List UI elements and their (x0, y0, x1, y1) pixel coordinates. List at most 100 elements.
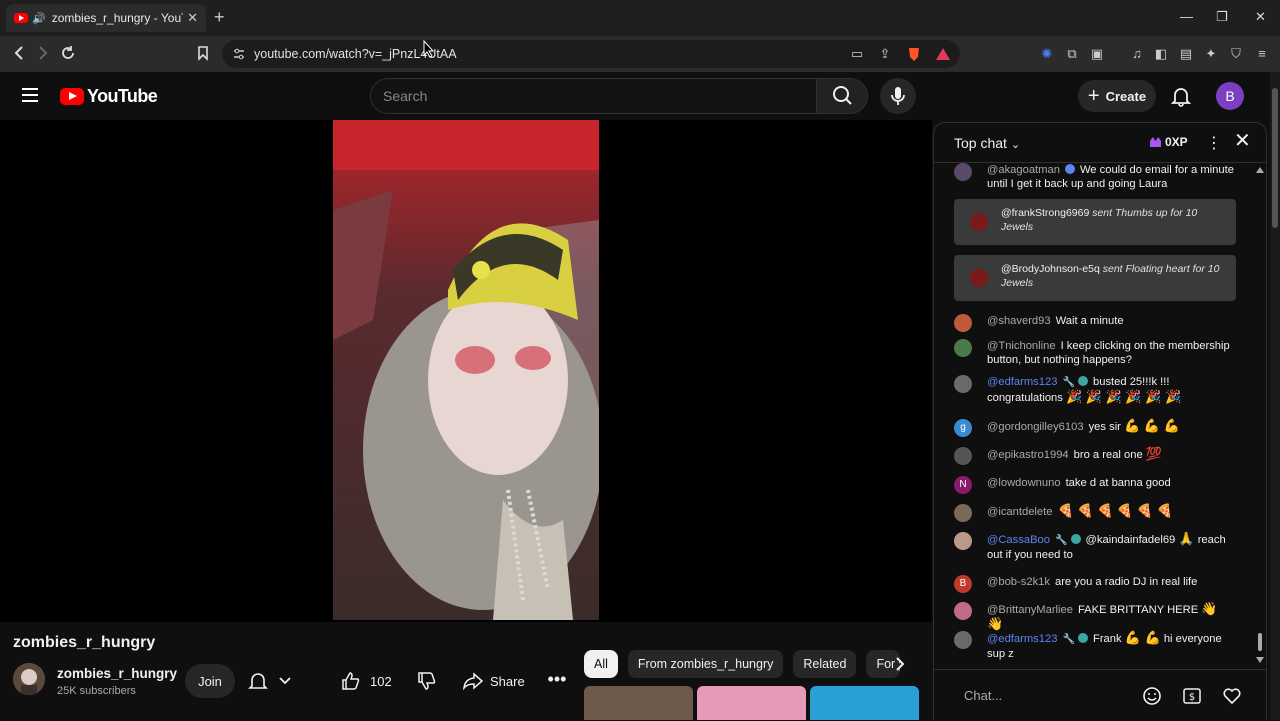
chat-text: yes sir (1088, 421, 1121, 433)
channel-avatar[interactable] (13, 663, 45, 695)
chat-scrollbar[interactable] (1256, 167, 1264, 663)
share-button[interactable]: Share (462, 664, 538, 698)
new-tab-button[interactable]: + (214, 8, 225, 26)
like-button[interactable]: 102 (340, 664, 452, 698)
chips-next-icon[interactable] (888, 652, 912, 676)
chip-all[interactable]: All (584, 650, 618, 678)
chat-input[interactable]: Chat... (964, 688, 1002, 703)
user-avatar[interactable] (954, 314, 972, 332)
chat-author[interactable]: @CassaBoo (987, 534, 1050, 546)
chat-author[interactable]: @bob-s2k1k (987, 576, 1050, 588)
channel-name[interactable]: zombies_r_hungry (57, 666, 177, 681)
chip-from-channel[interactable]: From zombies_r_hungry (627, 650, 784, 678)
chat-author[interactable]: @Tnichonline (987, 340, 1056, 352)
user-avatar[interactable] (954, 602, 972, 620)
video-player[interactable] (0, 120, 932, 622)
browser-tab[interactable]: 🔊 zombies_r_hungry - YouTube ✕ (6, 4, 206, 32)
chat-author[interactable]: @akagoatman (987, 164, 1060, 176)
cast-icon[interactable]: ▭ (849, 46, 865, 62)
live-chat-panel: Top chat ⌄ 0XP ⋮ ✕ @akagoatman We could d… (933, 122, 1267, 720)
chat-mode-dropdown[interactable]: Top chat ⌄ (954, 135, 1020, 151)
chip-related[interactable]: Related (793, 650, 857, 678)
party-popper-emoji: 🎉 🎉 🎉 🎉 🎉 🎉 (1066, 389, 1182, 404)
gift-message: @frankStrong6969 sent Thumbs up for 10 J… (954, 199, 1236, 245)
notification-preferences-button[interactable] (244, 664, 300, 698)
user-avatar[interactable]: B (954, 575, 972, 593)
scrollbar-thumb[interactable] (1272, 88, 1278, 228)
flexed-biceps-emoji: 💪 💪 💪 (1124, 418, 1180, 433)
chat-author[interactable]: @gordongilley6103 (987, 421, 1084, 433)
heart-icon[interactable] (1222, 686, 1242, 706)
join-button[interactable]: Join (185, 664, 235, 698)
brave-shield-icon[interactable] (906, 46, 922, 62)
video-thumbnail[interactable] (810, 686, 919, 720)
site-settings-icon[interactable] (232, 47, 246, 61)
chat-author[interactable]: @lowdownuno (987, 477, 1061, 489)
youtube-logo[interactable]: YouTube (60, 86, 158, 107)
chat-author[interactable]: @BrittanyMarliee (987, 604, 1073, 616)
create-button[interactable]: + Create (1078, 80, 1156, 112)
user-avatar[interactable] (954, 375, 972, 393)
more-actions-icon[interactable]: ••• (540, 664, 574, 698)
video-thumbnail[interactable] (697, 686, 806, 720)
like-count: 102 (370, 673, 392, 689)
chat-options-icon[interactable]: ⋮ (1206, 133, 1222, 153)
search-input[interactable]: Search (370, 78, 816, 114)
window-close-icon[interactable]: ✕ (1255, 9, 1266, 25)
hamburger-menu-icon[interactable] (22, 88, 38, 102)
thumbs-down-icon[interactable] (416, 671, 438, 691)
bookmark-icon[interactable] (196, 45, 210, 61)
gift-message: @BrodyJohnson-e5q sent Floating heart fo… (954, 255, 1236, 301)
media-icon[interactable]: ♫ (1129, 46, 1145, 62)
reload-icon[interactable] (60, 45, 76, 61)
shield-icon[interactable]: ⛉ (1228, 46, 1244, 62)
search-button[interactable] (816, 78, 868, 114)
wallet-card-icon[interactable]: ▤ (1178, 46, 1194, 62)
forward-icon[interactable] (36, 45, 50, 61)
back-icon[interactable] (12, 45, 26, 61)
chat-author[interactable]: @shaverd93 (987, 315, 1051, 327)
user-avatar[interactable]: N (954, 476, 972, 494)
user-avatar[interactable]: g (954, 419, 972, 437)
sidebar-icon[interactable]: ◧ (1153, 46, 1169, 62)
page-scrollbar[interactable] (1270, 72, 1280, 720)
extensions-icon[interactable]: ⧉ (1064, 46, 1080, 62)
account-avatar[interactable]: B (1216, 82, 1244, 110)
voice-search-button[interactable] (880, 78, 916, 114)
video-frame[interactable] (333, 120, 599, 620)
user-avatar[interactable] (954, 532, 972, 550)
notifications-bell-icon[interactable] (1170, 85, 1192, 107)
user-avatar[interactable] (954, 447, 972, 465)
channel-heading[interactable]: zombies_r_hungry (13, 634, 155, 652)
super-chat-icon[interactable]: $ (1182, 686, 1202, 706)
user-avatar[interactable] (954, 339, 972, 357)
chat-author[interactable]: @icantdelete (987, 506, 1052, 518)
tab-close-icon[interactable]: ✕ (187, 10, 198, 26)
xp-badge[interactable]: 0XP (1150, 135, 1188, 149)
chat-author[interactable]: @edfarms123 (987, 376, 1057, 388)
user-avatar[interactable] (954, 631, 972, 649)
wallet-icon[interactable]: ▣ (1089, 46, 1105, 62)
emoji-icon[interactable] (1142, 686, 1162, 706)
chat-author[interactable]: @epikastro1994 (987, 449, 1069, 461)
brave-rewards-icon[interactable] (935, 46, 951, 62)
video-thumbnail[interactable] (584, 686, 693, 720)
user-avatar[interactable] (970, 269, 988, 287)
wrench-icon: 🔧 (1054, 535, 1068, 546)
chat-author[interactable]: @frankStrong6969 (1001, 207, 1089, 219)
user-avatar[interactable] (970, 213, 988, 231)
user-avatar[interactable] (954, 163, 972, 181)
chat-author[interactable]: @edfarms123 (987, 633, 1057, 645)
close-chat-icon[interactable]: ✕ (1234, 131, 1251, 151)
share-page-icon[interactable]: ⇪ (877, 46, 893, 62)
menu-icon[interactable]: ≡ (1254, 46, 1270, 62)
speaker-icon[interactable]: 🔊 (32, 12, 46, 25)
chat-message: @CassaBoo 🔧 @kaindainfadel69 🙏 reach out … (954, 532, 1234, 562)
maximize-icon[interactable]: ❐ (1216, 9, 1228, 25)
user-avatar[interactable] (954, 504, 972, 522)
leo-ai-icon[interactable]: ✦ (1203, 46, 1219, 62)
vpn-icon[interactable]: ✺ (1039, 46, 1055, 62)
chat-message: @akagoatman We could do email for a minut… (954, 163, 1234, 191)
minimize-icon[interactable]: — (1180, 9, 1193, 24)
chat-author[interactable]: @BrodyJohnson-e5q (1001, 263, 1100, 275)
